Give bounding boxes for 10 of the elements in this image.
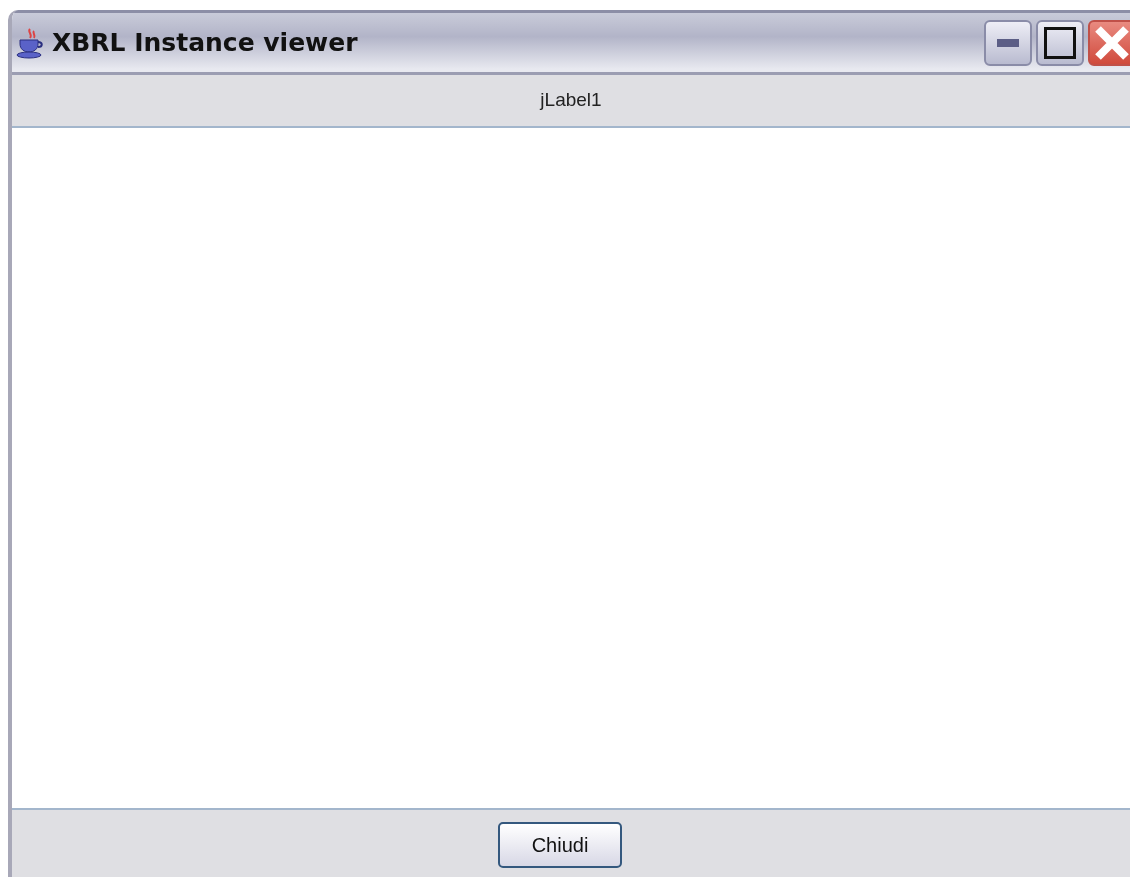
close-icon	[1094, 24, 1130, 61]
header-label: jLabel1	[540, 88, 602, 113]
maximize-icon	[1044, 26, 1076, 59]
minimize-button[interactable]	[984, 19, 1032, 66]
minimize-icon	[997, 38, 1019, 47]
maximize-button[interactable]	[1036, 19, 1084, 66]
coffee-cup-icon	[16, 26, 46, 59]
close-dialog-button[interactable]: Chiudi	[498, 822, 622, 868]
close-button[interactable]	[1088, 19, 1130, 66]
window-title: XBRL Instance viewer	[52, 26, 358, 59]
